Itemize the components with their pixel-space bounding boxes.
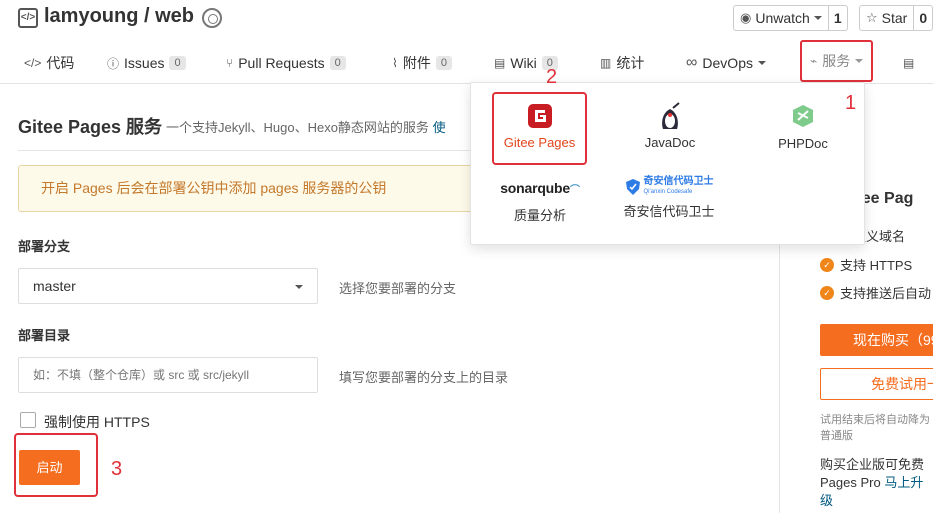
service-javadoc[interactable]: JavaDoc: [625, 95, 715, 150]
service-label: 质量分析: [513, 208, 566, 223]
branch-select-value: master: [33, 278, 76, 294]
tab-stats[interactable]: ▥ 统计: [600, 46, 644, 80]
tab-attachments[interactable]: ⌇ 附件 0: [392, 46, 452, 80]
upgrade-text: 购买企业版可免费 Pages Pro 马上升级: [820, 456, 933, 510]
service-quality-analysis[interactable]: sonarqube⌒ 质量分析: [490, 180, 590, 224]
tab-label: Pull Requests: [238, 55, 325, 71]
start-button[interactable]: 启动: [19, 450, 80, 485]
pages-pro-text: Pages Pro: [820, 475, 881, 490]
feature-item: ✓ 支持 HTTPS: [820, 255, 912, 274]
service-label: Gitee Pages: [503, 135, 576, 150]
repo-name[interactable]: lamyoung / web: [44, 5, 194, 28]
pulse-icon: ⌁: [810, 54, 818, 68]
pull-request-icon: ⑂: [226, 56, 234, 70]
trial-note: 试用结束后将自动降为普通版: [820, 414, 930, 442]
tab-count: 0: [169, 56, 186, 70]
bar-chart-icon: ▥: [600, 56, 612, 70]
qianxin-logo-subtext: Qi'anxin Codesafe: [643, 189, 693, 195]
branch-select[interactable]: master: [18, 268, 318, 304]
unwatch-button-group[interactable]: ◉ Unwatch 1: [733, 5, 848, 31]
tab-more[interactable]: ▤: [903, 46, 914, 80]
eye-icon: ◉: [740, 10, 752, 25]
tab-code[interactable]: </> 代码: [24, 46, 74, 80]
gitee-logo-icon: [527, 104, 552, 128]
recommend-badge-icon: [202, 8, 222, 28]
code-icon: </>: [24, 56, 42, 70]
qianxin-logo-icon: 奇安信代码卫士 Qi'anxin Codesafe: [614, 177, 724, 197]
buy-now-button[interactable]: 现在购买（99: [820, 324, 933, 356]
directory-label: 部署目录: [18, 328, 71, 343]
tab-count: 0: [329, 56, 346, 70]
tab-label: 统计: [616, 55, 645, 71]
paperclip-icon: ⌇: [392, 56, 398, 70]
annotation-number-1: 1: [845, 92, 857, 114]
feature-text: 支持 HTTPS: [840, 258, 913, 273]
watch-count[interactable]: 1: [829, 6, 847, 30]
book-icon: ▤: [494, 56, 506, 70]
service-gitee-pages[interactable]: Gitee Pages: [494, 95, 585, 150]
page-title: Gitee Pages 服务: [18, 117, 163, 137]
service-phpdoc[interactable]: PHPDoc: [758, 95, 848, 151]
service-label: 奇安信代码卫士: [623, 204, 715, 219]
repo-tab-bar: </> 代码 ⓘ Issues 0 ⑂ Pull Requests 0 ⌇ 附件…: [0, 40, 933, 84]
page-subtitle: 一个支持Jekyll、Hugo、Hexo静态网站的服务 使: [166, 117, 446, 136]
branch-label: 部署分支: [18, 239, 71, 254]
service-label: JavaDoc: [644, 135, 696, 150]
sonarqube-logo-text: sonarqube: [500, 180, 570, 196]
star-label: Star: [881, 10, 908, 26]
tab-label: Issues: [124, 55, 165, 71]
feature-item: ✓ 支持推送后自动: [820, 283, 931, 302]
annotation-number-3: 3: [111, 458, 123, 480]
sonarqube-logo-icon: sonarqube⌒: [500, 180, 580, 196]
directory-input[interactable]: [18, 357, 318, 393]
check-circle-icon: ✓: [820, 257, 834, 272]
tab-count: 0: [435, 56, 452, 70]
check-circle-icon: ✓: [820, 285, 834, 300]
tab-devops[interactable]: ∞ DevOps: [686, 46, 766, 80]
https-label[interactable]: 强制使用 HTTPS: [44, 412, 150, 432]
service-qianxin-codesafe[interactable]: 奇安信代码卫士 Qi'anxin Codesafe 奇安信代码卫士: [614, 177, 724, 220]
chevron-down-icon: [855, 59, 864, 63]
tab-label: DevOps: [702, 55, 753, 71]
star-button-group[interactable]: ☆ Star 0: [859, 5, 933, 31]
issue-icon: ⓘ: [107, 56, 120, 71]
feature-text: 支持推送后自动: [840, 286, 932, 301]
service-label: PHPDoc: [778, 136, 828, 151]
tab-pull-requests[interactable]: ⑂ Pull Requests 0: [226, 46, 346, 80]
tab-label: Wiki: [510, 55, 537, 71]
https-checkbox[interactable]: [20, 412, 36, 428]
qianxin-logo-text: 奇安信代码卫士: [643, 176, 714, 187]
unwatch-label: Unwatch: [755, 10, 810, 26]
branch-hint: 选择您要部署的分支: [339, 281, 457, 296]
subtitle-text: 一个支持Jekyll、Hugo、Hexo静态网站的服务: [166, 120, 429, 135]
unwatch-button[interactable]: ◉ Unwatch: [734, 6, 829, 30]
chevron-down-icon: [813, 16, 822, 20]
subtitle-link[interactable]: 使: [433, 120, 446, 135]
tab-label: 代码: [46, 55, 75, 71]
tab-issues[interactable]: ⓘ Issues 0: [107, 46, 186, 80]
annotation-number-2: 2: [546, 66, 558, 88]
javadoc-logo-icon: [662, 102, 680, 129]
tab-label: 附件: [402, 55, 431, 71]
warning-alert: 开启 Pages 后会在部署公钥中添加 pages 服务器的公钥: [18, 165, 488, 212]
star-button[interactable]: ☆ Star: [860, 6, 915, 30]
chevron-down-icon: [757, 61, 766, 65]
repo-icon: </>: [18, 8, 38, 28]
upgrade-description: 购买企业版可免费: [820, 457, 925, 472]
star-count[interactable]: 0: [914, 6, 932, 30]
services-dropdown-menu: Gitee Pages JavaDoc PHPDoc sonarqube⌒ 质量…: [470, 82, 865, 245]
phpdoc-logo-icon: [793, 105, 813, 127]
star-icon: ☆: [866, 10, 878, 25]
document-icon: ▤: [903, 56, 915, 70]
infinity-icon: ∞: [686, 54, 698, 71]
free-trial-button[interactable]: 免费试用一: [820, 368, 933, 400]
tab-services[interactable]: ⌁ 服务: [800, 40, 874, 82]
tab-label: 服务: [822, 53, 851, 69]
chevron-down-icon: [295, 285, 303, 289]
directory-hint: 填写您要部署的分支上的目录: [339, 370, 509, 385]
